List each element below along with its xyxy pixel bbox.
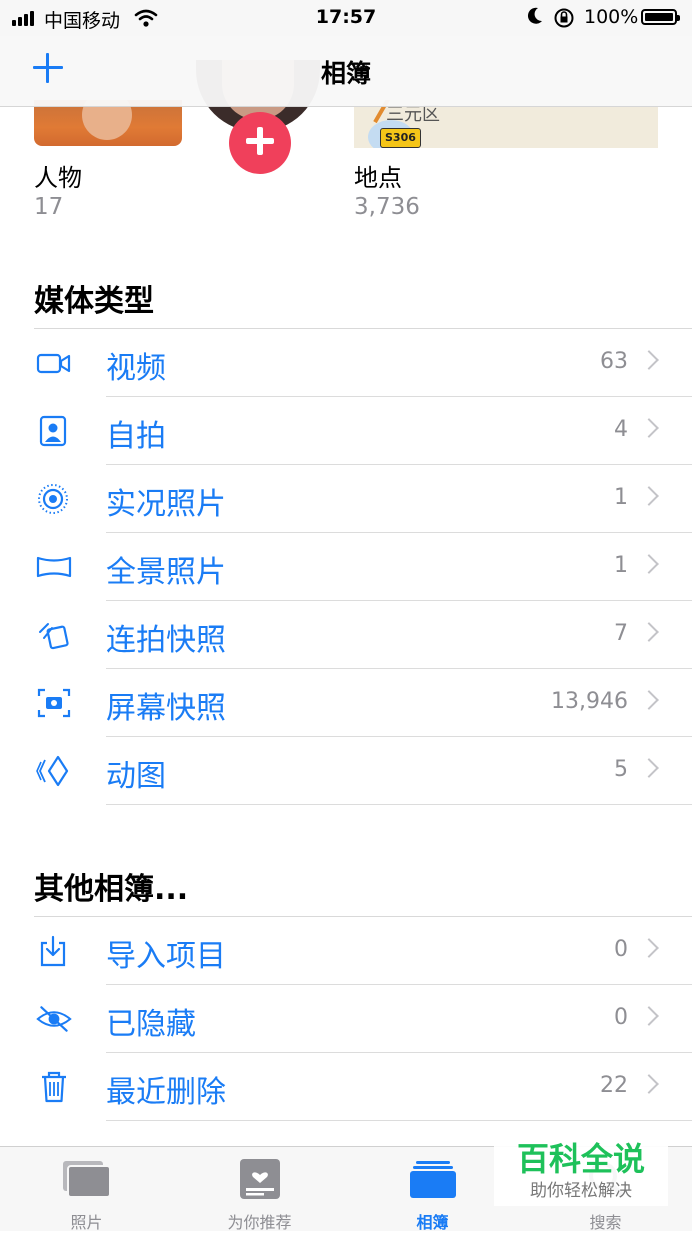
hidden-eye-icon	[36, 1006, 72, 1032]
import-icon	[40, 935, 66, 967]
chevron-right-icon	[639, 554, 659, 574]
chevron-right-icon	[639, 418, 659, 438]
page-title: 相簿	[320, 59, 371, 88]
battery-percentage: 100%	[584, 6, 639, 28]
tab-label: 相簿	[416, 1213, 449, 1232]
chevron-right-icon	[639, 622, 659, 642]
burst-icon	[39, 623, 69, 650]
navigation-bar: 相簿	[0, 36, 692, 107]
media-types-header: 媒体类型	[34, 284, 154, 319]
album-row-bursts[interactable]: 连拍快照 7	[0, 601, 692, 669]
album-row-videos[interactable]: 视频 63	[0, 329, 692, 397]
map-road-sign: S306	[380, 128, 421, 148]
chevron-right-icon	[639, 486, 659, 506]
chevron-right-icon	[639, 1006, 659, 1026]
tab-label: 照片	[70, 1213, 103, 1232]
album-row-imports[interactable]: 导入项目 0	[0, 917, 692, 985]
people-album-count: 17	[34, 194, 64, 220]
places-album-thumbnail[interactable]: 三元区 S306	[354, 100, 658, 148]
panorama-icon	[36, 556, 72, 578]
chevron-right-icon	[639, 938, 659, 958]
album-label: 动图	[106, 759, 166, 794]
selfie-icon	[39, 415, 67, 447]
album-label: 视频	[106, 351, 166, 386]
watermark-subtitle: 助你轻松解决	[530, 1181, 632, 1201]
album-label: 导入项目	[106, 939, 226, 974]
album-label: 已隐藏	[106, 1007, 196, 1042]
album-label: 屏幕快照	[106, 691, 226, 726]
album-count: 13,946	[551, 689, 628, 714]
add-person-badge-icon[interactable]	[229, 112, 291, 174]
album-count: 7	[614, 621, 628, 646]
album-row-selfies[interactable]: 自拍 4	[0, 397, 692, 465]
tab-for-you[interactable]: 为你推荐	[173, 1147, 346, 1232]
album-count: 1	[614, 553, 628, 578]
album-label: 自拍	[106, 419, 166, 454]
for-you-tab-icon	[240, 1159, 280, 1199]
album-count: 63	[600, 349, 628, 374]
album-count: 1	[614, 485, 628, 510]
live-photo-icon	[38, 484, 68, 514]
tab-label: 为你推荐	[227, 1213, 292, 1232]
tab-photos[interactable]: 照片	[0, 1147, 173, 1232]
people-album-title[interactable]: 人物	[34, 158, 82, 193]
status-bar: 中国移动 17:57 100%	[0, 0, 692, 36]
tab-label: 搜索	[589, 1213, 622, 1232]
album-count: 22	[600, 1073, 628, 1098]
watermark-title: 百科全说	[516, 1140, 645, 1178]
chevron-right-icon	[639, 690, 659, 710]
album-row-panoramas[interactable]: 全景照片 1	[0, 533, 692, 601]
animated-icon	[36, 755, 69, 787]
chevron-right-icon	[639, 758, 659, 778]
album-label: 连拍快照	[106, 623, 226, 658]
rotation-lock-icon	[554, 8, 574, 28]
row-separator	[106, 804, 692, 805]
other-albums-header: 其他相簿...	[34, 872, 189, 907]
chevron-right-icon	[639, 1074, 659, 1094]
photos-tab-icon	[63, 1161, 111, 1198]
albums-tab-icon	[410, 1161, 456, 1198]
watermark: 百科全说 助你轻松解决	[494, 1124, 668, 1206]
album-count: 0	[614, 937, 628, 962]
album-row-recently-deleted[interactable]: 最近删除 22	[0, 1053, 692, 1121]
do-not-disturb-icon	[527, 7, 542, 24]
album-row-hidden[interactable]: 已隐藏 0	[0, 985, 692, 1053]
album-count: 4	[614, 417, 628, 442]
album-label: 全景照片	[106, 555, 226, 590]
battery-icon	[641, 9, 680, 25]
row-separator	[106, 1120, 692, 1121]
album-label: 实况照片	[106, 487, 226, 522]
places-album-title[interactable]: 地点	[354, 158, 402, 193]
chevron-right-icon	[639, 350, 659, 370]
screenshot-icon	[37, 688, 71, 718]
album-count: 5	[614, 757, 628, 782]
album-count: 0	[614, 1005, 628, 1030]
places-album-count: 3,736	[354, 194, 420, 220]
trash-icon	[42, 1071, 66, 1103]
album-label: 最近删除	[106, 1075, 226, 1110]
album-row-live-photos[interactable]: 实况照片 1	[0, 465, 692, 533]
video-icon	[36, 353, 71, 374]
album-row-animated[interactable]: 动图 5	[0, 737, 692, 805]
album-row-screenshots[interactable]: 屏幕快照 13,946	[0, 669, 692, 737]
